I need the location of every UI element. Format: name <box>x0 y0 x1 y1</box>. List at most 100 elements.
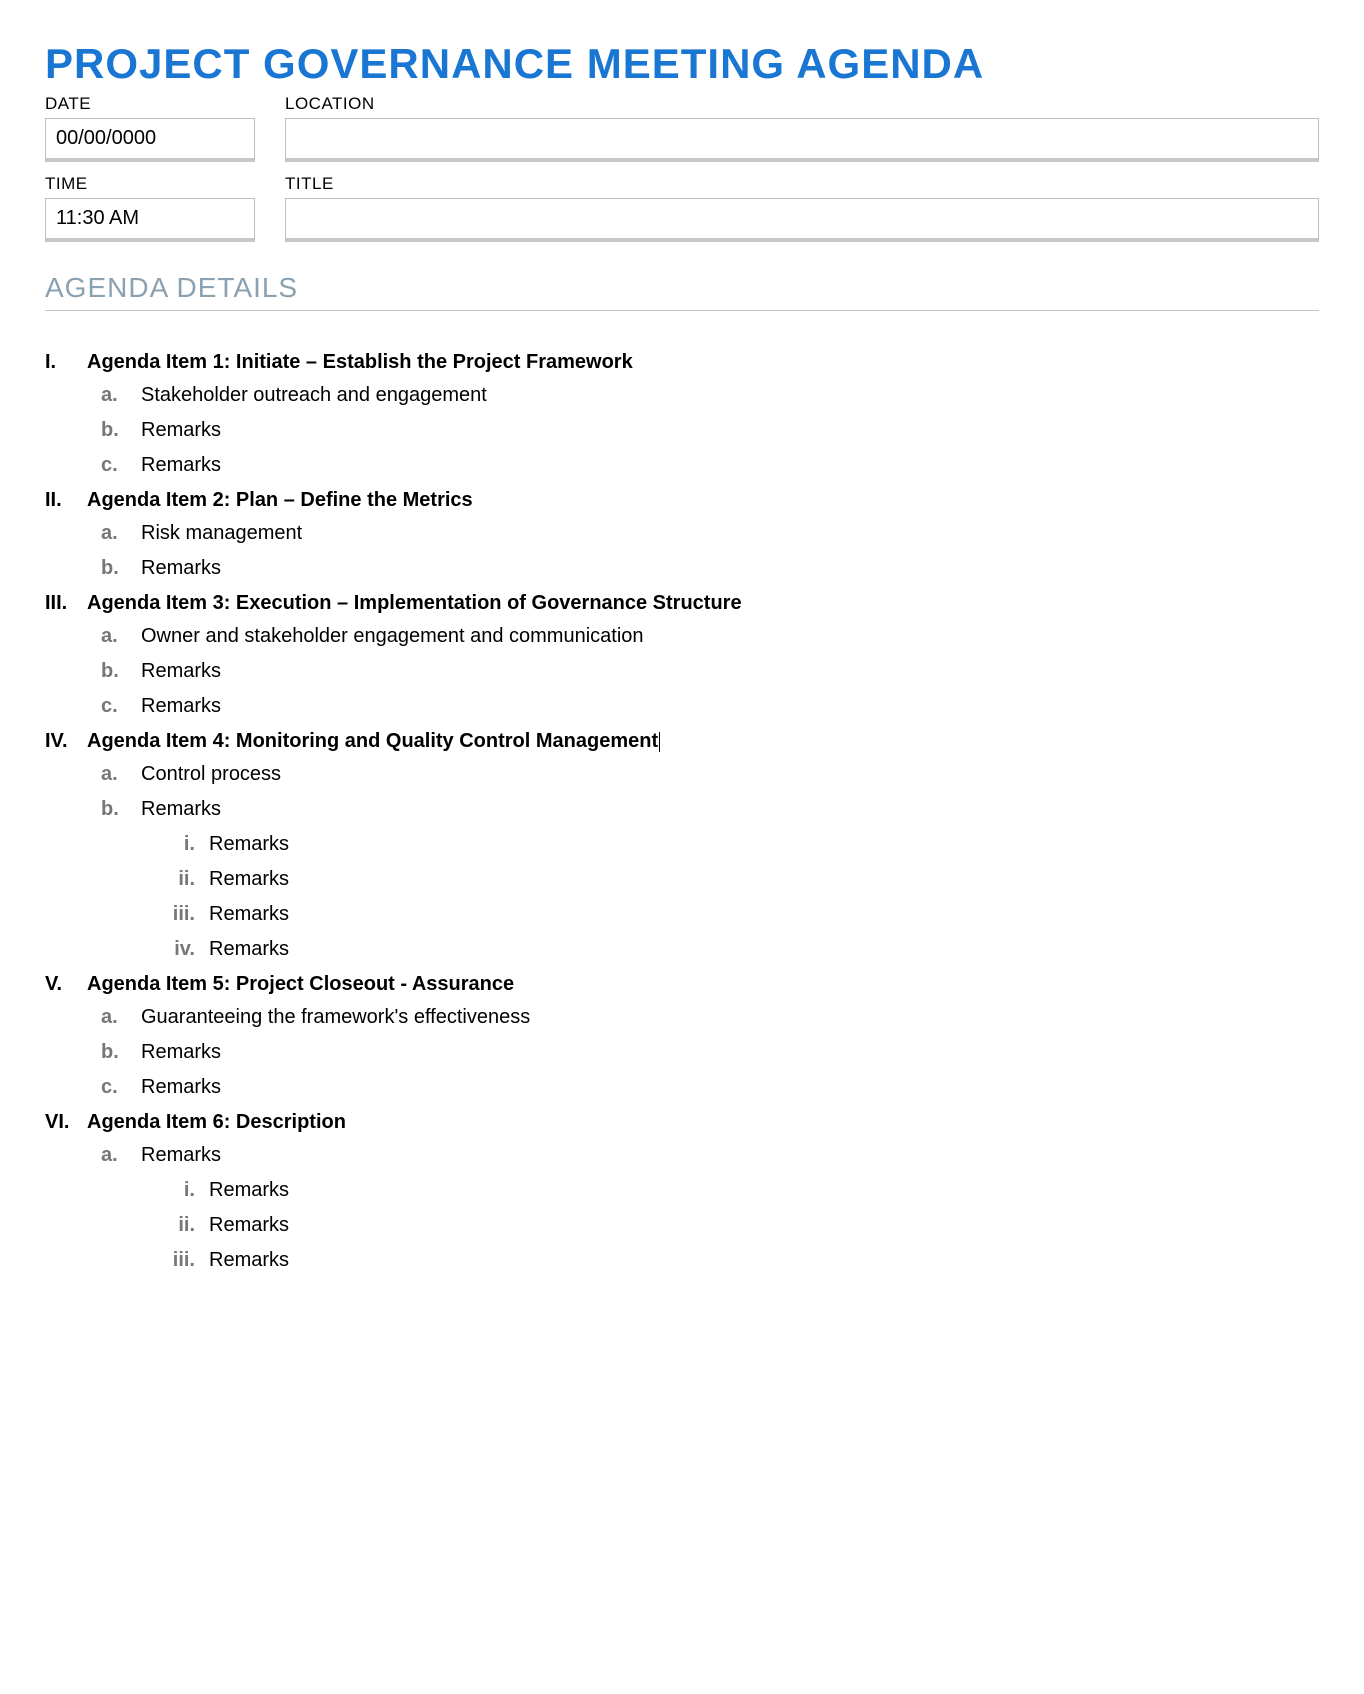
agenda-subsubitem-number: iii. <box>169 1249 209 1272</box>
agenda-subitem: a.Owner and stakeholder engagement and c… <box>101 625 1319 648</box>
agenda-subitem-text: Remarks <box>141 1076 221 1099</box>
agenda-subitem-letter: c. <box>101 695 141 718</box>
agenda-list: I.Agenda Item 1: Initiate – Establish th… <box>45 351 1319 1272</box>
agenda-subitem: a.Risk management <box>101 522 1319 545</box>
agenda-item-number: VI. <box>45 1111 87 1134</box>
agenda-subsubitem-list: i.Remarksii.Remarksiii.Remarks <box>169 1179 1319 1272</box>
agenda-subsubitem: iv.Remarks <box>169 938 1319 961</box>
agenda-subitem-text: Remarks <box>141 695 221 718</box>
agenda-subitem: a.Stakeholder outreach and engagement <box>101 384 1319 407</box>
agenda-subitem-list: a.Stakeholder outreach and engagement b.R… <box>101 384 1319 477</box>
meta-row-2: TIME 11:30 AM TITLE <box>45 174 1319 242</box>
agenda-subitem-list: a.Control processb.Remarksi.Remarksii.Re… <box>101 763 1319 961</box>
section-header: AGENDA DETAILS <box>45 272 1319 304</box>
agenda-item-title: Agenda Item 4: Monitoring and Quality Co… <box>87 730 660 753</box>
agenda-subsubitem: ii.Remarks <box>169 1214 1319 1237</box>
agenda-subitem-letter: a. <box>101 763 141 786</box>
agenda-subitem-text: Remarks <box>141 454 221 477</box>
agenda-subitem-letter: b. <box>101 798 141 821</box>
agenda-subitem-letter: a. <box>101 384 141 407</box>
agenda-subitem-letter: c. <box>101 454 141 477</box>
agenda-subsubitem-number: iii. <box>169 903 209 926</box>
agenda-subitem: a.Control process <box>101 763 1319 786</box>
agenda-subitem-letter: a. <box>101 1144 141 1167</box>
agenda-subsubitem: iii.Remarks <box>169 1249 1319 1272</box>
agenda-subitem-text: Remarks <box>141 1041 221 1064</box>
agenda-item-title: Agenda Item 3: Execution – Implementatio… <box>87 592 742 615</box>
agenda-subitem-list: a.Risk managementb.Remarks <box>101 522 1319 580</box>
agenda-subitem-text: Remarks <box>141 798 221 821</box>
agenda-subitem-text: Remarks <box>141 660 221 683</box>
agenda-item-head: II.Agenda Item 2: Plan – Define the Metr… <box>45 489 1319 512</box>
agenda-subsubitem-text: Remarks <box>209 833 289 856</box>
agenda-subsubitem-text: Remarks <box>209 903 289 926</box>
agenda-subitem-letter: a. <box>101 522 141 545</box>
agenda-subitem-letter: b. <box>101 660 141 683</box>
agenda-subitem: a.Guaranteeing the framework's effective… <box>101 1006 1319 1029</box>
agenda-subsubitem-text: Remarks <box>209 1249 289 1272</box>
agenda-subitem: c.Remarks <box>101 1076 1319 1099</box>
agenda-item: IV.Agenda Item 4: Monitoring and Quality… <box>45 730 1319 961</box>
agenda-subitem-text: Remarks <box>141 419 221 442</box>
agenda-item-number: IV. <box>45 730 87 753</box>
agenda-item-title: Agenda Item 1: Initiate – Establish the … <box>87 351 633 374</box>
agenda-subitem-letter: b. <box>101 557 141 580</box>
agenda-item-head: I.Agenda Item 1: Initiate – Establish th… <box>45 351 1319 374</box>
agenda-subsubitem-text: Remarks <box>209 1214 289 1237</box>
agenda-subsubitem-text: Remarks <box>209 868 289 891</box>
agenda-subitem-text: Control process <box>141 763 281 786</box>
title-input[interactable] <box>285 198 1319 242</box>
agenda-subsubitem-number: i. <box>169 833 209 856</box>
agenda-item-title: Agenda Item 2: Plan – Define the Metrics <box>87 489 473 512</box>
agenda-subitem: b.Remarks <box>101 557 1319 580</box>
agenda-subitem-list: a.Remarksi.Remarksii.Remarksiii.Remarks <box>101 1144 1319 1272</box>
agenda-subitem-letter: c. <box>101 1076 141 1099</box>
agenda-subsubitem-text: Remarks <box>209 1179 289 1202</box>
agenda-subitem-letter: a. <box>101 625 141 648</box>
agenda-item-number: II. <box>45 489 87 512</box>
agenda-subitem: c.Remarks <box>101 454 1319 477</box>
agenda-subitem: b.Remarks <box>101 419 1319 442</box>
agenda-item: V.Agenda Item 5: Project Closeout - Assu… <box>45 973 1319 1099</box>
agenda-subitem-letter: b. <box>101 1041 141 1064</box>
agenda-subitem-text: Remarks <box>141 1144 221 1167</box>
agenda-subitem-text: Risk management <box>141 522 302 545</box>
date-label: DATE <box>45 94 255 114</box>
agenda-subitem-text: Remarks <box>141 557 221 580</box>
agenda-subitem-list: a.Owner and stakeholder engagement and c… <box>101 625 1319 718</box>
agenda-item-number: I. <box>45 351 87 374</box>
agenda-subitem: b.Remarksi.Remarksii.Remarksiii.Remarksi… <box>101 798 1319 961</box>
agenda-item-head: V.Agenda Item 5: Project Closeout - Assu… <box>45 973 1319 996</box>
time-input[interactable]: 11:30 AM <box>45 198 255 242</box>
agenda-subsubitem-text: Remarks <box>209 938 289 961</box>
agenda-subsubitem-number: iv. <box>169 938 209 961</box>
agenda-subitem-letter: b. <box>101 419 141 442</box>
agenda-item-title: Agenda Item 5: Project Closeout - Assura… <box>87 973 514 996</box>
agenda-subsubitem-number: ii. <box>169 1214 209 1237</box>
date-input[interactable]: 00/00/0000 <box>45 118 255 162</box>
agenda-item-head: III.Agenda Item 3: Execution – Implement… <box>45 592 1319 615</box>
agenda-item: III.Agenda Item 3: Execution – Implement… <box>45 592 1319 718</box>
agenda-item: I.Agenda Item 1: Initiate – Establish th… <box>45 351 1319 477</box>
location-input[interactable] <box>285 118 1319 162</box>
agenda-subsubitem: ii.Remarks <box>169 868 1319 891</box>
agenda-item: II.Agenda Item 2: Plan – Define the Metr… <box>45 489 1319 580</box>
agenda-subitem-list: a.Guaranteeing the framework's effective… <box>101 1006 1319 1099</box>
agenda-subitem-letter: a. <box>101 1006 141 1029</box>
agenda-subsubitem-list: i.Remarksii.Remarksiii.Remarksiv.Remarks <box>169 833 1319 961</box>
agenda-item-title: Agenda Item 6: Description <box>87 1111 346 1134</box>
time-label: TIME <box>45 174 255 194</box>
agenda-subitem: b.Remarks <box>101 660 1319 683</box>
agenda-item-number: V. <box>45 973 87 996</box>
agenda-subitem-text: Guaranteeing the framework's effectivene… <box>141 1006 530 1029</box>
agenda-subitem-text: Owner and stakeholder engagement and com… <box>141 625 644 648</box>
agenda-subsubitem: i.Remarks <box>169 1179 1319 1202</box>
page-title: PROJECT GOVERNANCE MEETING AGENDA <box>45 40 1319 88</box>
agenda-subitem: b.Remarks <box>101 1041 1319 1064</box>
agenda-subitem: a.Remarksi.Remarksii.Remarksiii.Remarks <box>101 1144 1319 1272</box>
agenda-subitem: c.Remarks <box>101 695 1319 718</box>
section-rule <box>45 310 1319 311</box>
agenda-subsubitem: i.Remarks <box>169 833 1319 856</box>
title-field-label: TITLE <box>285 174 1319 194</box>
agenda-item-number: III. <box>45 592 87 615</box>
